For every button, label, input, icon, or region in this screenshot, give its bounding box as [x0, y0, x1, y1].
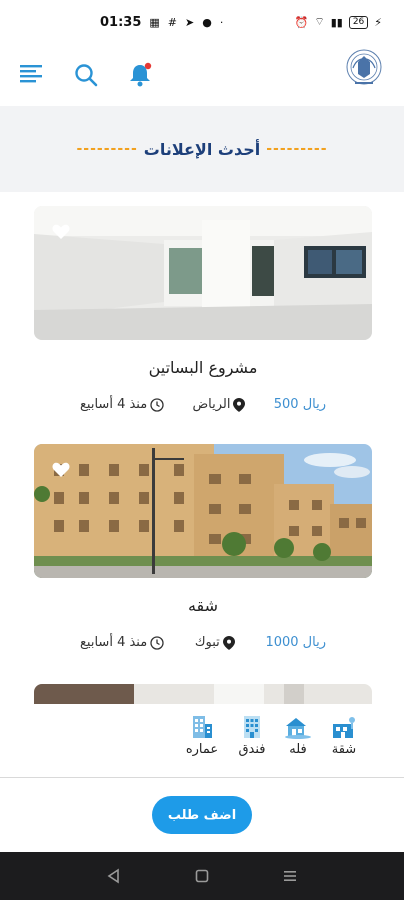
status-bar: 01:35 ▦ # ➤ ● · ⏰ ⌔ ▮▮ 26 ⚡: [0, 0, 404, 44]
listing-photo-partial[interactable]: [34, 684, 372, 704]
system-nav-bar: [0, 852, 404, 900]
right-dashes: ---------: [266, 141, 328, 157]
category-bar: شقة فله فندق عماره: [0, 704, 404, 778]
interior-photo: [34, 206, 372, 340]
listing-price: 500 ريال: [273, 397, 326, 412]
menu-button[interactable]: [18, 61, 46, 89]
messenger-icon: ●: [202, 15, 212, 29]
listing-title[interactable]: مشروع البساتين: [34, 358, 372, 377]
menu-icon: [20, 65, 42, 83]
add-request-button[interactable]: اضف طلب: [152, 796, 252, 834]
back-icon[interactable]: [106, 868, 122, 884]
recents-icon[interactable]: [282, 868, 298, 884]
category-hotel[interactable]: فندق: [230, 714, 274, 757]
hotel-icon: [244, 716, 260, 738]
clock-icon: [150, 397, 164, 412]
listing-location: الرياض: [192, 397, 246, 412]
home-icon[interactable]: [194, 868, 210, 884]
notifications-button[interactable]: [126, 61, 154, 89]
grid-icon: ▦: [149, 15, 160, 29]
favorite-heart-icon[interactable]: [52, 462, 70, 478]
hash-icon: #: [167, 15, 178, 29]
charging-icon: ⚡: [374, 15, 382, 29]
listing-meta: منذ 4 أسابيع تبوك 1000 ريال: [34, 635, 372, 650]
partial-photo: [34, 684, 372, 704]
location-text: الرياض: [192, 397, 231, 412]
bell-icon: [130, 62, 152, 87]
location-pin-icon: [233, 397, 246, 412]
listings-list[interactable]: مشروع البساتين منذ 4 أسابيع الرياض 500 ر…: [0, 192, 404, 704]
villa-icon: [285, 718, 311, 739]
building-photo: [34, 444, 372, 578]
building-icon: [193, 716, 212, 738]
app-logo: [342, 48, 386, 102]
latest-ads-section-header: --------- أحدث الإعلانات ---------: [0, 106, 404, 192]
listing-photo-building[interactable]: [34, 444, 372, 578]
listing-time: منذ 4 أسابيع: [80, 635, 164, 650]
wifi-icon: ⌔: [314, 15, 325, 28]
bottom-action-area: اضف طلب: [0, 778, 404, 852]
search-icon: [75, 64, 98, 87]
location-text: تبوك: [194, 635, 220, 650]
listing-card[interactable]: مشروع البساتين منذ 4 أسابيع الرياض 500 ر…: [34, 206, 372, 412]
category-label: فندق: [238, 742, 266, 757]
category-villa[interactable]: فله: [276, 714, 320, 757]
app-bar: [0, 44, 404, 106]
time-text: منذ 4 أسابيع: [80, 397, 148, 412]
listing-location: تبوك: [195, 635, 235, 650]
location-pin-icon: [222, 635, 235, 650]
category-label: فله: [289, 742, 307, 757]
time-text: منذ 4 أسابيع: [80, 635, 148, 650]
apartment-icon: [333, 717, 355, 738]
battery-icon: 26: [348, 15, 369, 29]
clock-icon: [150, 635, 164, 650]
telegram-icon: ➤: [185, 15, 195, 29]
category-building[interactable]: عماره: [180, 714, 224, 757]
notification-icons: ▦ # ➤ ● ·: [149, 16, 223, 29]
listing-time: منذ 4 أسابيع: [80, 397, 164, 412]
section-title-row: --------- أحدث الإعلانات ---------: [76, 140, 327, 159]
listing-meta: منذ 4 أسابيع الرياض 500 ريال: [34, 397, 372, 412]
dot-icon: ·: [219, 15, 224, 29]
category-label: عماره: [185, 742, 219, 757]
favorite-heart-icon[interactable]: [52, 224, 70, 240]
section-title: أحدث الإعلانات: [143, 139, 261, 159]
listing-card-partial[interactable]: [34, 684, 372, 704]
left-dashes: ---------: [76, 141, 138, 157]
signal-icon: ▮▮: [330, 15, 343, 29]
search-button[interactable]: [72, 61, 100, 89]
clock: 01:35: [100, 14, 142, 30]
listing-photo-interior[interactable]: [34, 206, 372, 340]
category-apartment[interactable]: شقة: [322, 714, 366, 757]
listing-price: 1000 ريال: [265, 635, 326, 650]
category-label: شقة: [331, 742, 357, 757]
listing-title[interactable]: شقه: [34, 596, 372, 615]
listing-card[interactable]: شقه منذ 4 أسابيع تبوك 1000 ريال: [34, 444, 372, 650]
logo-emblem: [346, 49, 382, 85]
alarm-icon: ⏰: [294, 15, 309, 29]
